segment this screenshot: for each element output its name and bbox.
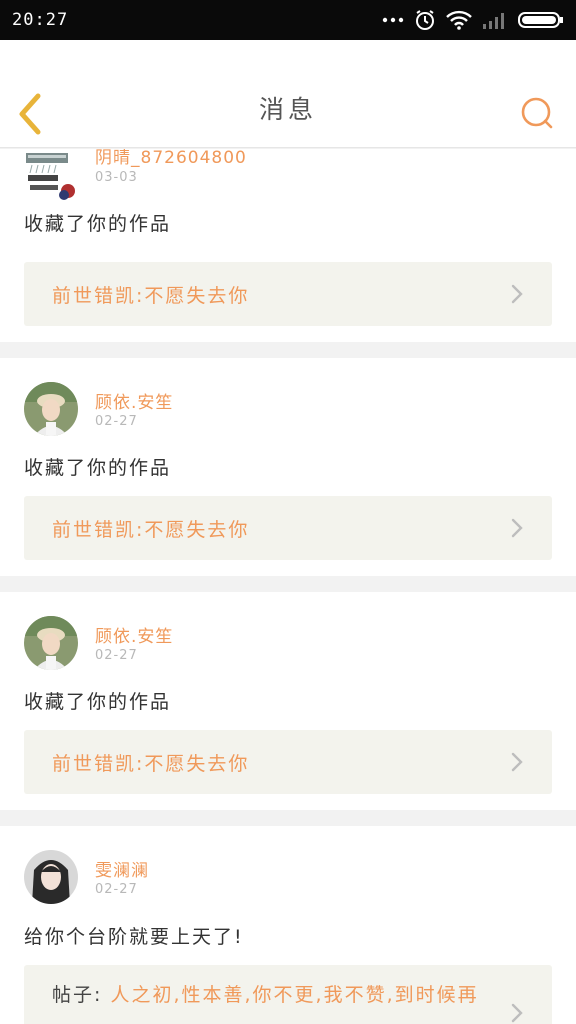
message-card: 顾依.安笙 02-27 收藏了你的作品 前世错凯:不愿失去你 [0, 592, 576, 810]
wifi-icon [446, 10, 472, 30]
message-username[interactable]: 顾依.安笙 [95, 388, 173, 413]
message-username[interactable]: 阴晴_872604800 [95, 149, 247, 168]
status-bar: 20:27 [0, 0, 576, 40]
message-username[interactable]: 雯澜澜 [95, 856, 149, 881]
message-text: 给你个台阶就要上天了! [24, 926, 244, 948]
message-date: 02-27 [95, 414, 138, 429]
chevron-right-icon [511, 518, 523, 538]
message-list: 阴晴_872604800 03-03 收藏了你的作品 前世错凯:不愿失去你 顾依… [0, 149, 576, 1024]
chevron-right-icon [511, 752, 523, 772]
avatar[interactable] [24, 149, 78, 201]
message-card: 雯澜澜 02-27 给你个台阶就要上天了! 帖子: 人之初,性本善,你不更,我不… [0, 826, 576, 1024]
alarm-icon [416, 10, 434, 30]
battery-icon [518, 12, 563, 28]
work-title: 前世错凯:不愿失去你 [52, 284, 250, 307]
message-card: 顾依.安笙 02-27 收藏了你的作品 前世错凯:不愿失去你 [0, 358, 576, 576]
top-bar: 消息 [0, 40, 576, 148]
page-title: 消息 [258, 95, 317, 124]
post-excerpt: 人之初,性本善,你不更,我不赞,到时候再 [110, 984, 479, 1006]
signal-icon [483, 13, 504, 29]
avatar[interactable] [24, 382, 78, 436]
message-card: 阴晴_872604800 03-03 收藏了你的作品 前世错凯:不愿失去你 [0, 149, 576, 342]
message-text: 收藏了你的作品 [24, 691, 172, 713]
status-time: 20:27 [12, 10, 69, 30]
message-username[interactable]: 顾依.安笙 [95, 622, 173, 647]
post-label: 帖子: [52, 984, 103, 1006]
message-date: 02-27 [95, 648, 138, 663]
search-icon[interactable] [520, 96, 554, 130]
work-title: 前世错凯:不愿失去你 [52, 752, 250, 775]
chevron-right-icon [511, 1003, 523, 1023]
message-text: 收藏了你的作品 [24, 457, 172, 479]
work-link[interactable]: 前世错凯:不愿失去你 [24, 262, 552, 326]
avatar[interactable] [24, 616, 78, 670]
avatar[interactable] [24, 850, 78, 904]
more-dots-icon [382, 17, 404, 23]
post-preview: 帖子: 人之初,性本善,你不更,我不赞,到时候再 [52, 981, 510, 1009]
work-link[interactable]: 前世错凯:不愿失去你 [24, 496, 552, 560]
work-title: 前世错凯:不愿失去你 [52, 518, 250, 541]
work-link[interactable]: 前世错凯:不愿失去你 [24, 730, 552, 794]
message-date: 02-27 [95, 882, 138, 897]
status-icons [382, 9, 564, 31]
message-date: 03-03 [95, 170, 138, 185]
chevron-right-icon [511, 284, 523, 304]
message-text: 收藏了你的作品 [24, 213, 172, 235]
post-link[interactable]: 帖子: 人之初,性本善,你不更,我不赞,到时候再 [24, 965, 552, 1024]
